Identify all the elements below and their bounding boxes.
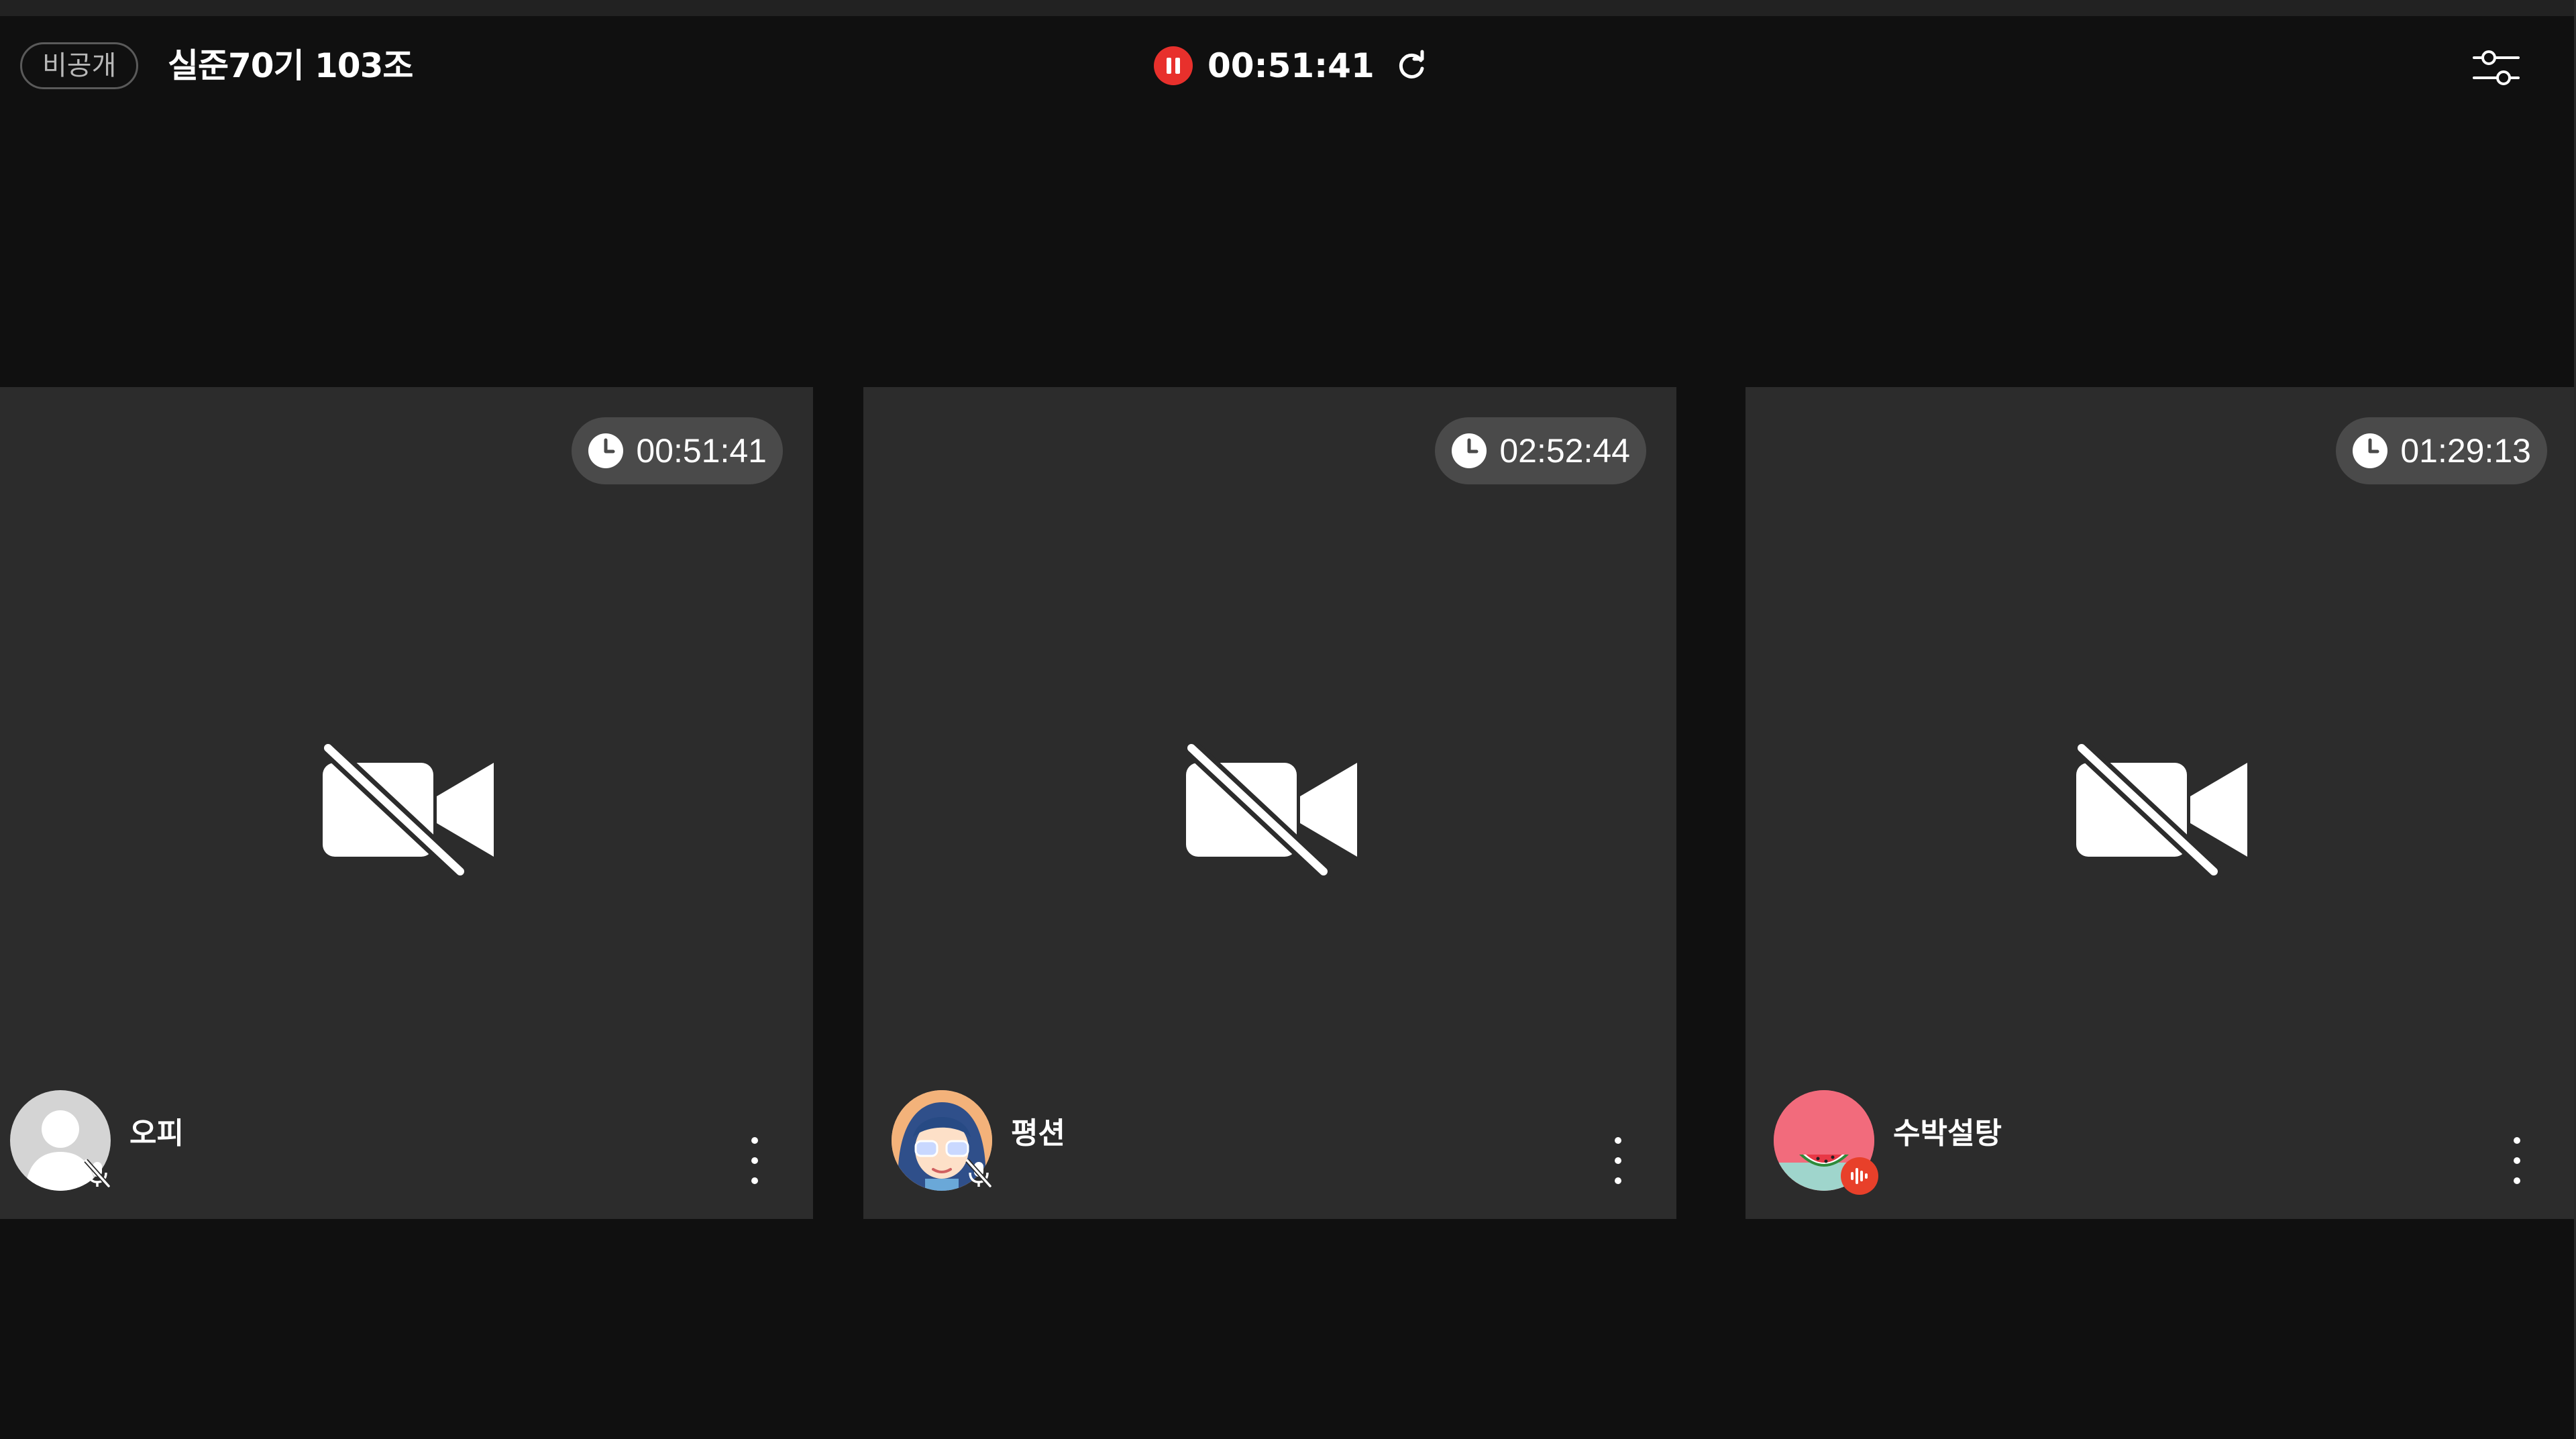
participant-name: 오피	[129, 1116, 184, 1151]
participant-name: 수박설탕	[1893, 1116, 2002, 1151]
participant-info: 오피	[10, 1090, 184, 1191]
participant-info: 평션	[892, 1090, 1065, 1191]
more-options-button[interactable]	[745, 1137, 765, 1184]
refresh-icon	[1399, 50, 1424, 78]
participant-info: 수박설탕	[1774, 1090, 2002, 1195]
mic-muted-icon	[78, 1155, 116, 1192]
participant-name: 평션	[1011, 1116, 1065, 1151]
more-dot	[2514, 1177, 2520, 1184]
room-title: 실준70기 103조	[168, 46, 413, 85]
participant-timer: 00:51:41	[572, 417, 783, 484]
more-dot	[1615, 1157, 1621, 1164]
participant-tile: 01:29:13 수박설탕	[1746, 387, 2574, 1219]
recording-timer-group: 00:51:41	[1154, 46, 1430, 86]
camera-off-icon	[1183, 743, 1357, 877]
camera-off-icon	[2072, 743, 2247, 877]
recording-time: 00:51:41	[1208, 46, 1375, 85]
speaking-indicator-icon	[1841, 1157, 1878, 1195]
more-vertical-icon	[751, 1137, 758, 1144]
participant-timer-text: 02:52:44	[1499, 432, 1630, 470]
camera-off-icon	[319, 743, 494, 877]
participant-timer: 01:29:13	[2336, 417, 2547, 484]
pause-recording-button[interactable]	[1154, 46, 1193, 85]
participant-timer: 02:52:44	[1435, 417, 1646, 484]
sliders-icon	[2473, 50, 2520, 85]
clock-icon	[2352, 433, 2388, 469]
window-top-strip	[0, 0, 2576, 16]
clock-icon	[1451, 433, 1487, 469]
more-dot	[751, 1177, 758, 1184]
more-dot	[1615, 1177, 1621, 1184]
more-options-button[interactable]	[1608, 1137, 1628, 1184]
room-header: 비공개 실준70기 103조 00:51:41	[0, 16, 2576, 117]
more-dot	[751, 1157, 758, 1164]
participant-tile: 02:52:44 평션	[863, 387, 1676, 1219]
avatar[interactable]	[1774, 1090, 1878, 1195]
avatar[interactable]	[892, 1090, 992, 1191]
more-vertical-icon	[1615, 1137, 1621, 1144]
clock-icon	[588, 433, 624, 469]
more-options-button[interactable]	[2507, 1137, 2527, 1184]
more-dot	[2514, 1157, 2520, 1164]
more-vertical-icon	[2514, 1137, 2520, 1144]
participant-tile: 00:51:41 오피	[0, 387, 813, 1219]
avatar[interactable]	[10, 1090, 111, 1191]
pause-icon	[1167, 58, 1180, 74]
settings-button[interactable]	[2473, 44, 2520, 91]
visibility-badge: 비공개	[20, 42, 139, 89]
participant-timer-text: 00:51:41	[636, 432, 767, 470]
participant-timer-text: 01:29:13	[2400, 432, 2531, 470]
mic-muted-icon	[960, 1155, 998, 1192]
reset-timer-button[interactable]	[1393, 48, 1430, 84]
